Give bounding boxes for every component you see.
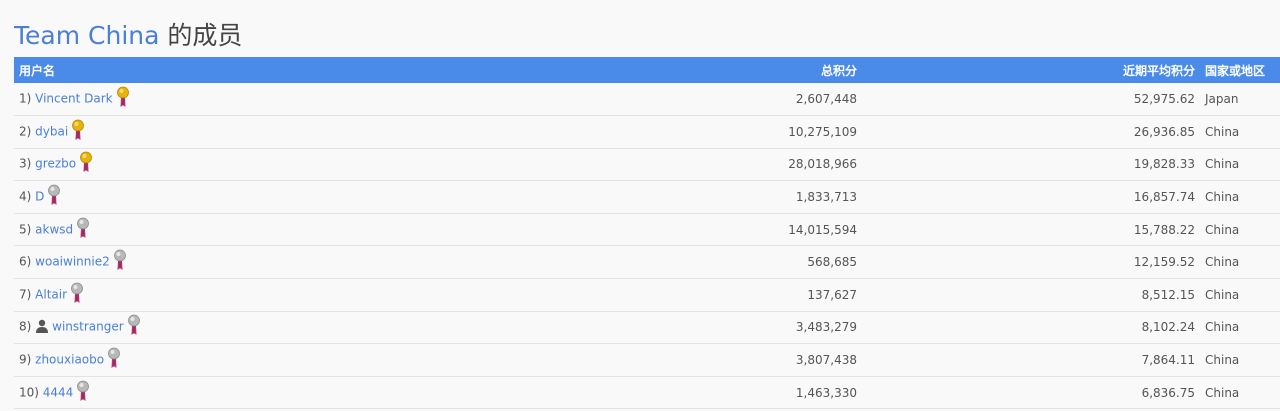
total-credit-cell: 14,015,594 <box>314 213 857 247</box>
recent-average-cell: 26,936.85 <box>857 115 1200 149</box>
user-cell: 5) akwsd <box>14 213 314 247</box>
recent-average-cell: 52,975.62 <box>857 83 1200 117</box>
country-cell: China <box>1200 278 1280 312</box>
user-cell: 7) Altair <box>14 278 314 312</box>
header-country[interactable]: 国家或地区 <box>1200 57 1280 83</box>
total-credit-cell: 10,275,109 <box>314 115 857 149</box>
country-cell: China <box>1200 376 1280 410</box>
country-cell: China <box>1200 311 1280 345</box>
recent-average-cell: 19,828.33 <box>857 148 1200 182</box>
total-credit-cell: 3,483,279 <box>314 311 857 345</box>
user-cell: 1) Vincent Dark <box>14 83 314 117</box>
user-name-link[interactable]: 4444 <box>43 385 74 399</box>
rank-number: 10) <box>19 385 39 400</box>
silver-medal-icon <box>76 380 90 402</box>
silver-medal-icon <box>70 282 84 304</box>
total-credit-cell: 568,685 <box>314 245 857 280</box>
silver-medal-icon <box>127 314 141 336</box>
user-cell: 2) dybai <box>14 115 314 149</box>
country-cell: Japan <box>1200 83 1280 117</box>
recent-average-cell: 12,159.52 <box>857 245 1200 280</box>
rank-number: 4) <box>19 189 32 204</box>
recent-average-cell: 15,788.22 <box>857 213 1200 247</box>
table-row: 2) dybai 10,275,109 26,936.85 China <box>14 115 1280 149</box>
page-title: Team China 的成员 <box>14 18 242 54</box>
user-name-link[interactable]: woaiwinnie2 <box>35 255 110 269</box>
table-header-row: 用户名 总积分 近期平均积分 国家或地区 <box>14 57 1280 83</box>
user-cell: 9) zhouxiaobo <box>14 343 314 377</box>
silver-medal-icon <box>76 217 90 239</box>
table-row: 5) akwsd 14,015,594 15,788.22 China <box>14 213 1280 247</box>
country-cell: China <box>1200 115 1280 149</box>
table-row: 3) grezbo 28,018,966 19,828.33 China <box>14 148 1280 182</box>
rank-number: 3) <box>19 156 32 171</box>
country-cell: China <box>1200 245 1280 280</box>
total-credit-cell: 28,018,966 <box>314 148 857 182</box>
country-cell: China <box>1200 180 1280 214</box>
gold-medal-icon <box>79 151 93 173</box>
recent-average-cell: 8,102.24 <box>857 311 1200 345</box>
recent-average-cell: 7,864.11 <box>857 343 1200 377</box>
rank-number: 5) <box>19 222 32 237</box>
recent-average-cell: 8,512.15 <box>857 278 1200 312</box>
user-name-link[interactable]: akwsd <box>35 222 73 236</box>
silver-medal-icon <box>113 249 127 271</box>
gold-medal-icon <box>71 119 85 141</box>
total-credit-cell: 1,463,330 <box>314 376 857 410</box>
rank-number: 9) <box>19 352 32 367</box>
recent-average-cell: 6,836.75 <box>857 376 1200 410</box>
table-row: 9) zhouxiaobo 3,807,438 7,864.11 China <box>14 343 1280 377</box>
user-name-link[interactable]: D <box>35 190 44 204</box>
header-user[interactable]: 用户名 <box>14 57 314 83</box>
user-cell: 3) grezbo <box>14 148 314 182</box>
total-credit-cell: 137,627 <box>314 278 857 312</box>
user-cell: 6) woaiwinnie2 <box>14 245 314 280</box>
total-credit-cell: 2,607,448 <box>314 83 857 117</box>
gold-medal-icon <box>116 86 130 108</box>
country-cell: China <box>1200 148 1280 182</box>
user-cell: 10) 4444 <box>14 376 314 410</box>
user-silhouette-icon[interactable] <box>35 319 49 334</box>
title-suffix: 的成员 <box>167 21 243 50</box>
total-credit-cell: 1,833,713 <box>314 180 857 214</box>
table-row: 10) 4444 1,463,330 6,836.75 China <box>14 376 1280 410</box>
total-credit-cell: 3,807,438 <box>314 343 857 377</box>
rank-number: 6) <box>19 254 32 269</box>
user-name-link[interactable]: Altair <box>35 287 67 301</box>
rank-number: 1) <box>19 91 32 106</box>
header-total-credit[interactable]: 总积分 <box>314 57 857 83</box>
country-cell: China <box>1200 213 1280 247</box>
country-cell: China <box>1200 343 1280 377</box>
table-row: 1) Vincent Dark 2,607,448 52,975.62 Japan <box>14 83 1280 117</box>
members-table-body: 1) Vincent Dark 2,607,448 52,975.62 Japan 2)… <box>14 83 1280 410</box>
rank-number: 7) <box>19 287 32 302</box>
user-name-link[interactable]: zhouxiaobo <box>35 353 104 367</box>
user-name-link[interactable]: Vincent Dark <box>35 92 112 106</box>
table-row: 6) woaiwinnie2 568,685 12,159.52 China <box>14 245 1280 280</box>
recent-average-cell: 16,857.74 <box>857 180 1200 214</box>
user-name-link[interactable]: dybai <box>35 124 68 138</box>
header-recent-average[interactable]: 近期平均积分 <box>857 57 1200 83</box>
team-name: Team China <box>14 21 160 50</box>
user-name-link[interactable]: grezbo <box>35 157 76 171</box>
silver-medal-icon <box>47 184 61 206</box>
rank-number: 8) <box>19 319 32 334</box>
table-row: 4) D 1,833,713 16,857.74 China <box>14 180 1280 214</box>
rank-number: 2) <box>19 124 32 139</box>
user-cell: 8) winstranger <box>14 311 314 345</box>
table-row: 7) Altair 137,627 8,512.15 China <box>14 278 1280 312</box>
page: Team China 的成员 用户名 总积分 近期平均积分 国家或地区 1) V… <box>0 0 1280 411</box>
table-row: 8) winstranger 3,483,279 8,102.24 China <box>14 311 1280 345</box>
user-name-link[interactable]: winstranger <box>52 320 124 334</box>
user-cell: 4) D <box>14 180 314 214</box>
members-table: 用户名 总积分 近期平均积分 国家或地区 1) Vincent Dark 2,60… <box>14 57 1280 410</box>
silver-medal-icon <box>107 347 121 369</box>
